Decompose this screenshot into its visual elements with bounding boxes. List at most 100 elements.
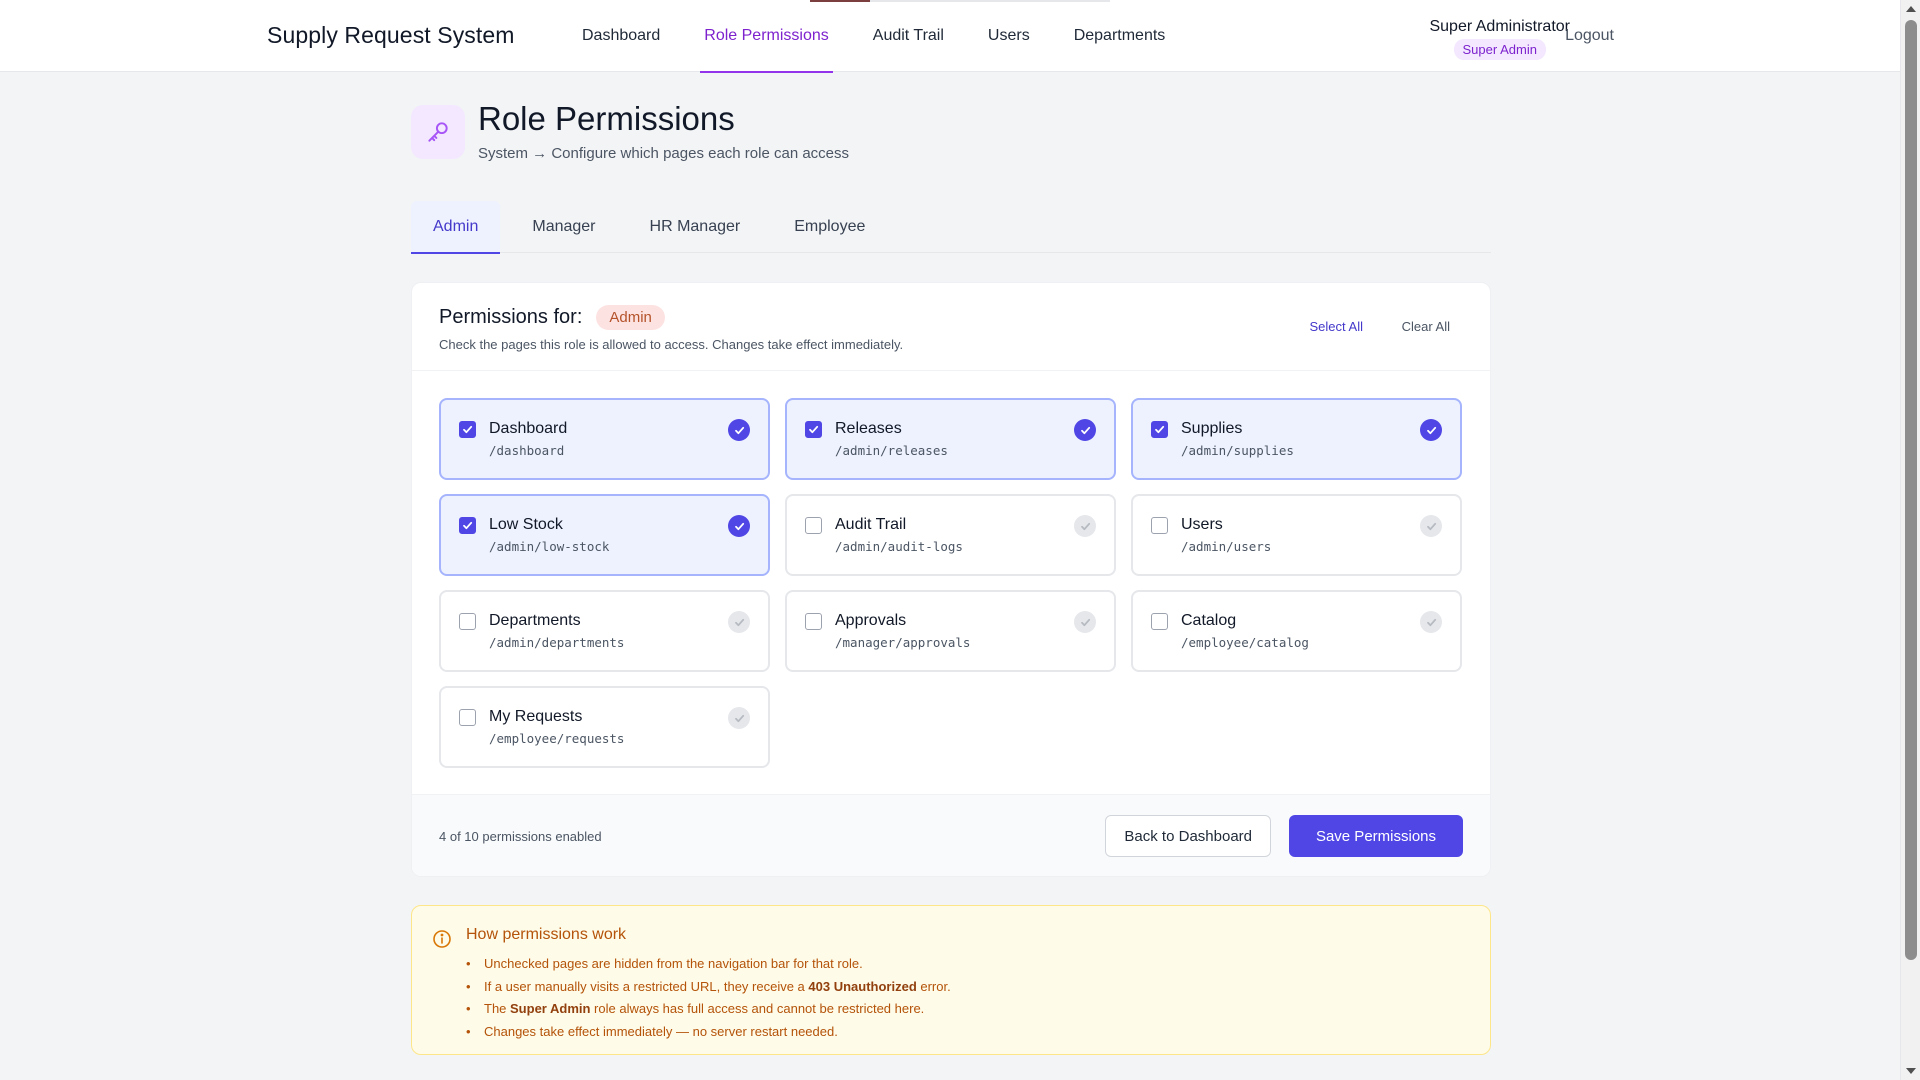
info-list-item: The Super Admin role always has full acc… [466,998,951,1021]
info-title: How permissions work [466,926,627,943]
permission-checkbox[interactable] [1151,421,1168,438]
permission-checkbox[interactable] [805,517,822,534]
permission-card-dashboard[interactable]: Dashboard/dashboard [439,398,770,480]
scrollbar-thumb[interactable] [1905,20,1917,960]
permission-path: /admin/supplies [1181,443,1294,458]
permissions-count: 4 of 10 permissions enabled [439,829,602,844]
permission-card-users[interactable]: Users/admin/users [1131,494,1462,576]
key-icon [411,105,465,159]
role-badge: Admin [596,305,665,330]
permission-card-approvals[interactable]: Approvals/manager/approvals [785,590,1116,672]
select-all-button[interactable]: Select All [1310,319,1363,334]
info-text: If a user manually visits a restricted U… [484,978,809,994]
permission-name: Catalog [1181,612,1237,629]
permission-name: Supplies [1181,420,1243,437]
user-info: Super Administrator Super Admin [1429,18,1570,60]
back-to-dashboard-button[interactable]: Back to Dashboard [1105,815,1271,857]
permission-path: /admin/departments [489,635,625,650]
permission-card-releases[interactable]: Releases/admin/releases [785,398,1116,480]
role-tabs: Admin Manager HR Manager Employee [411,201,1491,254]
info-icon [432,929,452,954]
permission-card-supplies[interactable]: Supplies/admin/supplies [1131,398,1462,480]
permissions-card: Permissions for: Admin Check the pages t… [411,282,1491,877]
permission-card-audit-trail[interactable]: Audit Trail/admin/audit-logs [785,494,1116,576]
info-list-item: Unchecked pages are hidden from the navi… [466,953,951,976]
page-title: Role Permissions [478,100,735,137]
permission-checkbox[interactable] [459,613,476,630]
check-circle-icon [1420,419,1442,441]
logout-link[interactable]: Logout [1565,27,1614,45]
permission-name: Low Stock [489,516,563,533]
nav-item-users[interactable]: Users [966,0,1052,72]
nav-item-role-permissions[interactable]: Role Permissions [682,0,850,73]
check-circle-icon [728,419,750,441]
tab-manager[interactable]: Manager [510,201,617,253]
permission-name: Audit Trail [835,516,907,533]
permissions-card-header: Permissions for: Admin Check the pages t… [412,283,1490,371]
permissions-card-footer: 4 of 10 permissions enabled Back to Dash… [412,794,1490,876]
nav-item-audit-trail[interactable]: Audit Trail [851,0,966,72]
info-list-item: Changes take effect immediately — no ser… [466,1021,951,1044]
nav-item-dashboard[interactable]: Dashboard [560,0,682,72]
check-circle-inactive-icon [728,707,750,729]
scroll-up-arrow-icon[interactable] [1906,6,1916,12]
info-list: Unchecked pages are hidden from the navi… [466,953,951,1043]
permission-card-low-stock[interactable]: Low Stock/admin/low-stock [439,494,770,576]
permission-name: Releases [835,420,902,437]
permissions-description: Check the pages this role is allowed to … [439,337,904,352]
permission-checkbox[interactable] [805,421,822,438]
permissions-heading: Permissions for: Admin [439,305,665,330]
tab-admin[interactable]: Admin [411,201,501,254]
user-name: Super Administrator [1429,18,1570,35]
permission-name: Approvals [835,612,907,629]
info-bold-text: 403 Unauthorized [808,978,917,994]
permission-card-catalog[interactable]: Catalog/employee/catalog [1131,590,1462,672]
tab-hr-manager[interactable]: HR Manager [628,201,763,253]
check-circle-icon [728,515,750,537]
permission-path: /dashboard [489,443,565,458]
permission-checkbox[interactable] [805,613,822,630]
permission-card-departments[interactable]: Departments/admin/departments [439,590,770,672]
info-text: Changes take effect immediately — no ser… [484,1023,838,1039]
permissions-heading-label: Permissions for: [439,306,583,328]
scroll-down-arrow-icon[interactable] [1906,1068,1916,1074]
page-subtitle: System → Configure which pages each role… [478,145,850,162]
clear-all-button[interactable]: Clear All [1402,319,1450,334]
permission-name: My Requests [489,708,583,725]
permission-path: /admin/low-stock [489,539,610,554]
save-permissions-button[interactable]: Save Permissions [1288,815,1463,857]
check-circle-icon [1074,419,1096,441]
permission-path: /employee/requests [489,731,625,746]
top-navigation-bar: Supply Request System Dashboard Role Per… [0,0,1900,73]
check-circle-inactive-icon [1420,611,1442,633]
user-role-badge: Super Admin [1453,39,1546,60]
nav-links: Dashboard Role Permissions Audit Trail U… [560,0,1188,73]
permission-path: /manager/approvals [835,635,971,650]
permission-name: Dashboard [489,420,568,437]
check-circle-inactive-icon [1420,515,1442,537]
permissions-info-box: How permissions work Unchecked pages are… [411,905,1491,1055]
check-circle-inactive-icon [728,611,750,633]
info-text: Unchecked pages are hidden from the navi… [484,956,863,971]
info-text: role always has full access and cannot b… [590,1001,925,1016]
permission-checkbox[interactable] [459,517,476,534]
permission-checkbox[interactable] [459,709,476,726]
permission-checkbox[interactable] [1151,517,1168,534]
permission-checkbox[interactable] [1151,613,1168,630]
info-bold-text: Super Admin [510,1001,591,1016]
permission-card-my-requests[interactable]: My Requests/employee/requests [439,686,770,768]
tab-employee[interactable]: Employee [772,201,887,253]
permission-name: Users [1181,516,1223,533]
info-text: error. [916,978,951,994]
info-list-item: If a user manually visits a restricted U… [466,976,951,999]
app-title[interactable]: Supply Request System [267,22,515,49]
permission-name: Departments [489,612,581,629]
check-circle-inactive-icon [1074,515,1096,537]
page-scrollbar[interactable] [1900,0,1920,1080]
nav-item-departments[interactable]: Departments [1052,0,1188,72]
permission-path: /admin/users [1181,539,1272,554]
permission-path: /admin/audit-logs [835,539,963,554]
permission-checkbox[interactable] [459,421,476,438]
check-circle-inactive-icon [1074,611,1096,633]
permission-path: /admin/releases [835,443,948,458]
